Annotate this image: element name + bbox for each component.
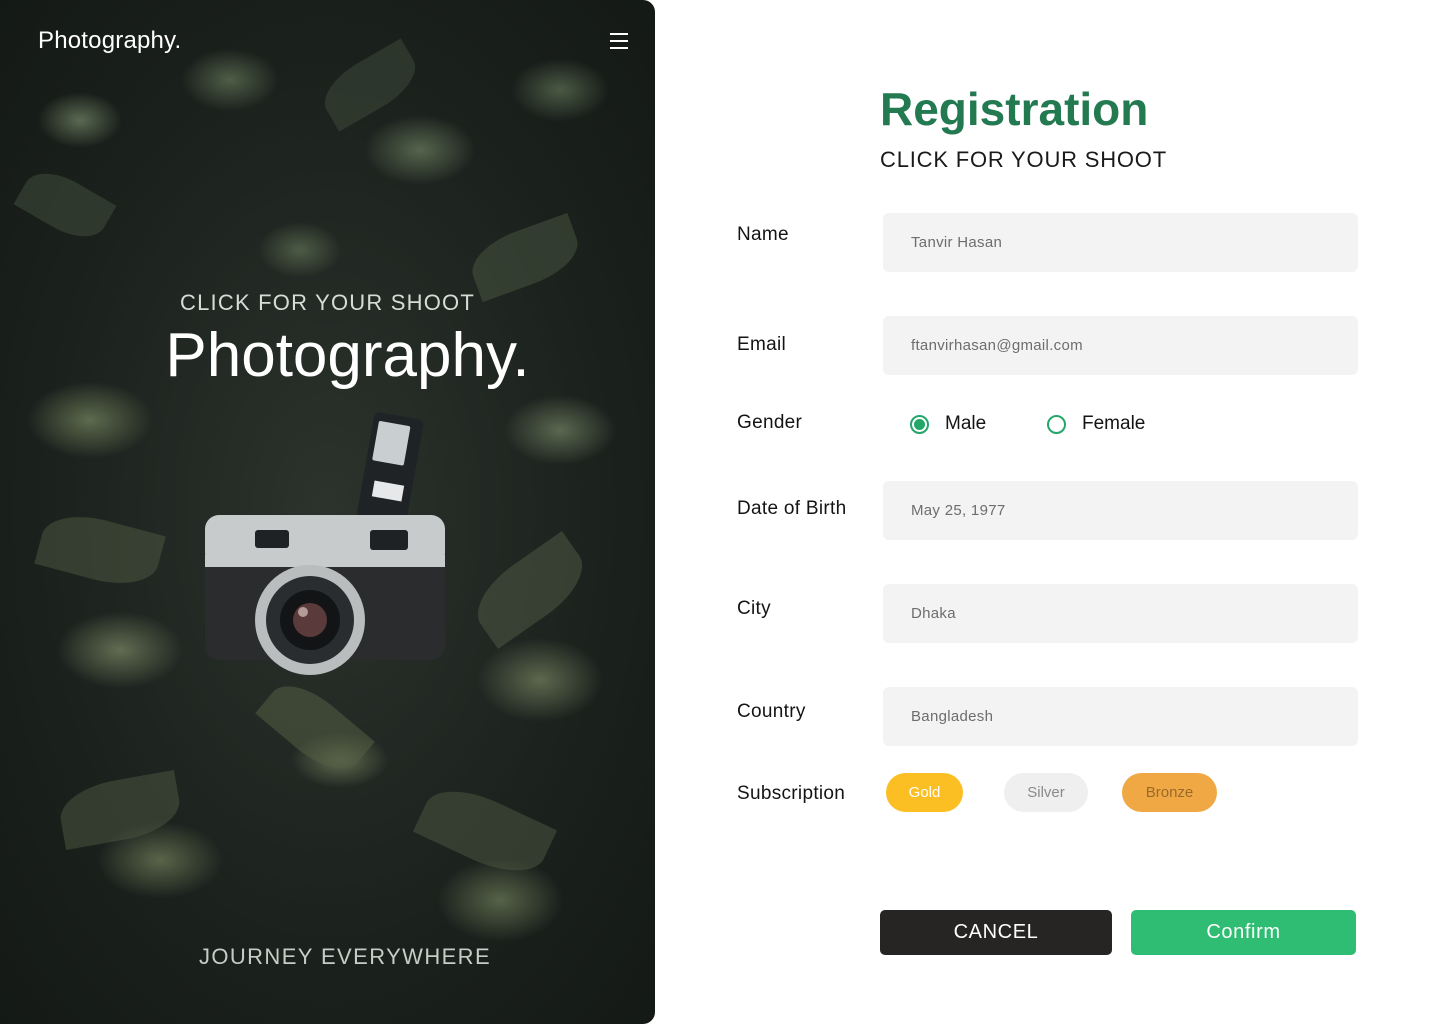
leaf-decoration — [34, 505, 166, 595]
city-label: City — [737, 598, 771, 619]
radio-unselected-icon — [1047, 414, 1066, 434]
dob-label: Date of Birth — [737, 498, 847, 519]
name-field[interactable] — [883, 213, 1358, 272]
hero-footer: JOURNEY EVERYWHERE — [198, 944, 492, 969]
subscription-gold-button[interactable]: Gold — [886, 773, 963, 812]
radio-label: Female — [1082, 413, 1146, 434]
gender-option-female[interactable]: Female — [1047, 413, 1145, 435]
dob-field[interactable] — [883, 481, 1358, 540]
city-field[interactable] — [883, 584, 1358, 643]
form-subtitle: CLICK FOR YOUR SHOOT — [880, 147, 1167, 172]
subscription-bronze-button[interactable]: Bronze — [1122, 773, 1217, 812]
leaf-decoration — [314, 38, 426, 132]
leaf-decoration — [412, 775, 558, 887]
country-field[interactable] — [883, 687, 1358, 746]
gender-label: Gender — [737, 412, 803, 433]
gender-option-male[interactable]: Male — [910, 413, 986, 435]
name-label: Name — [737, 224, 789, 245]
cancel-button[interactable]: CANCEL — [880, 910, 1112, 955]
camera-illustration — [205, 412, 445, 675]
country-label: Country — [737, 701, 806, 722]
hero-tagline: CLICK FOR YOUR SHOOT — [180, 290, 475, 315]
email-field[interactable] — [883, 316, 1358, 375]
leaf-decoration — [55, 770, 185, 850]
hero-brand[interactable]: Photography. — [38, 27, 181, 55]
leaf-decoration — [463, 212, 587, 303]
email-label: Email — [737, 334, 787, 355]
hero-title: Photography. — [165, 321, 530, 390]
subscription-label: Subscription — [737, 783, 846, 804]
subscription-silver-button[interactable]: Silver — [1004, 773, 1088, 812]
radio-selected-icon — [910, 414, 929, 434]
radio-label: Male — [945, 413, 987, 434]
confirm-button[interactable]: Confirm — [1131, 910, 1356, 955]
leaf-decoration — [463, 531, 597, 649]
hamburger-menu-icon[interactable] — [610, 33, 628, 49]
leaf-decoration — [255, 671, 375, 784]
form-title: Registration — [880, 83, 1149, 135]
leaf-decoration — [13, 160, 117, 250]
hero-panel: Photography. CLICK FOR YOUR SHOOT Photog… — [0, 0, 655, 1024]
